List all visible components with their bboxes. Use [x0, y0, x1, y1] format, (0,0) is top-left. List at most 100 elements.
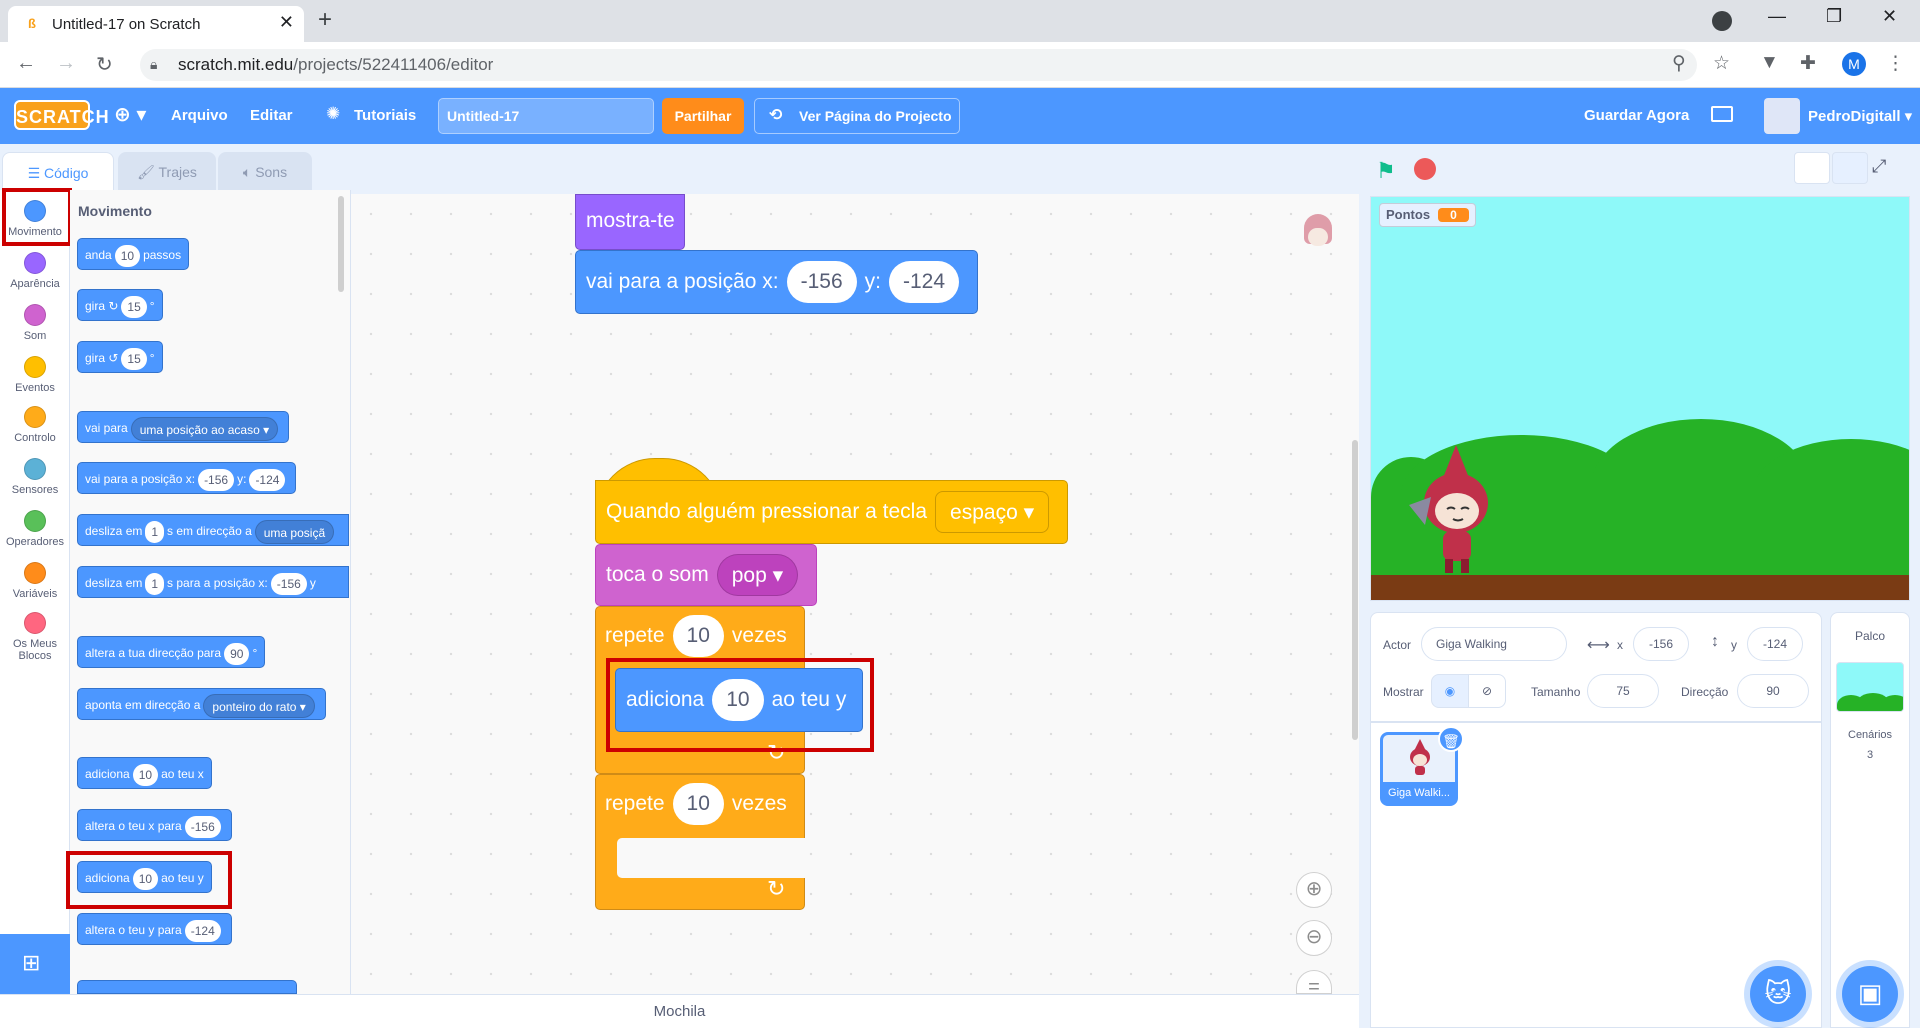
palette-point-direction[interactable]: altera a tua direcção para 90 °: [77, 636, 266, 668]
block-when-key-pressed[interactable]: Quando alguém pressionar a tecla espaço ▾: [595, 480, 1069, 544]
menu-file[interactable]: Arquivo: [171, 107, 228, 124]
category-operators[interactable]: Operadores: [0, 510, 70, 548]
x-input[interactable]: -156: [1633, 627, 1689, 661]
backpack-bar[interactable]: Mochila: [0, 994, 1359, 1028]
palette-point-towards-dropdown[interactable]: ponteiro do rato ▾: [203, 693, 315, 718]
language-globe-icon[interactable]: ⊕ ▾: [114, 102, 146, 127]
block-play-sound[interactable]: toca o som pop ▾: [595, 544, 818, 606]
palette-point-towards[interactable]: aponta em direcção a ponteiro do rato ▾: [77, 688, 326, 720]
rotate-ccw-icon: ↺: [108, 351, 119, 365]
sprite-name-label: Actor: [1383, 638, 1412, 652]
zoom-icon[interactable]: ⚲: [1672, 52, 1686, 75]
browser-tab[interactable]: ß Untitled-17 on Scratch ✕: [8, 6, 304, 42]
stop-sign-icon[interactable]: [1414, 158, 1436, 180]
sound-dropdown[interactable]: pop ▾: [716, 554, 799, 597]
choose-backdrop-button[interactable]: ▣: [1842, 966, 1898, 1022]
category-sound-dot: [24, 304, 46, 326]
category-events-dot: [24, 356, 46, 378]
category-sound[interactable]: Som: [0, 304, 70, 342]
code-workspace[interactable]: [351, 194, 1359, 994]
scratch-logo[interactable]: SCRATCH: [14, 100, 109, 130]
category-sensing[interactable]: Sensores: [0, 458, 70, 496]
category-variables[interactable]: Variáveis: [0, 562, 70, 600]
palette-glide-to[interactable]: desliza em 1 s em direcção a uma posiçã: [77, 514, 349, 546]
menu-tutorials[interactable]: Tutoriais: [354, 107, 416, 124]
reload-icon[interactable]: ↻: [96, 52, 113, 77]
direction-input[interactable]: 90: [1737, 674, 1809, 708]
tab-costumes[interactable]: 🖌︎ Trajes: [118, 152, 216, 192]
palette-set-y[interactable]: altera o teu y para -124: [77, 913, 232, 945]
forward-arrow-icon[interactable]: →: [56, 52, 76, 75]
palette-goto[interactable]: vai para uma posição ao acaso ▾: [77, 411, 290, 443]
menu-edit[interactable]: Editar: [250, 107, 293, 124]
username-label: PedroDigitall: [1808, 108, 1901, 125]
see-project-page-button[interactable]: ⟲ Ver Página do Projecto: [754, 98, 960, 134]
size-label: Tamanho: [1531, 685, 1581, 699]
choose-sprite-button[interactable]: 🐱︎: [1750, 966, 1806, 1022]
tab-sounds[interactable]: 🔈︎ Sons: [218, 152, 312, 192]
new-tab-button[interactable]: +: [318, 6, 332, 34]
profile-avatar[interactable]: M: [1842, 52, 1866, 76]
url-text[interactable]: scratch.mit.edu/projects/522411406/edito…: [178, 55, 493, 75]
green-flag-icon[interactable]: ⚑: [1376, 158, 1396, 184]
key-dropdown[interactable]: espaço ▾: [935, 491, 1050, 534]
palette-glide-xy[interactable]: desliza em 1 s para a posição x: -156 y: [77, 566, 349, 598]
window-close-button[interactable]: ✕: [1882, 6, 1897, 27]
size-input[interactable]: 75: [1587, 674, 1659, 708]
y-input[interactable]: -124: [1747, 627, 1803, 661]
minimize-button[interactable]: —: [1768, 6, 1786, 27]
palette-turn-left[interactable]: gira ↺ 15 °: [77, 341, 163, 373]
delete-sprite-trash-icon[interactable]: 🗑︎: [1438, 726, 1464, 752]
username-menu[interactable]: PedroDigitall ▾: [1808, 107, 1912, 125]
user-avatar[interactable]: [1764, 98, 1800, 134]
palette-turn-right[interactable]: gira ↻ 15 °: [77, 289, 163, 321]
share-button[interactable]: Partilhar: [662, 98, 744, 134]
tab-code[interactable]: ☰ Código: [2, 152, 114, 192]
see-project-page-label: Ver Página do Projecto: [799, 108, 952, 124]
back-arrow-icon[interactable]: ←: [16, 52, 36, 75]
block-show[interactable]: mostra-te: [575, 194, 685, 250]
monitor-value: 0: [1438, 208, 1469, 222]
palette-next-block-partial[interactable]: [77, 980, 297, 994]
puzzle-extensions-icon[interactable]: ✚: [1800, 52, 1816, 75]
category-looks[interactable]: Aparência: [0, 252, 70, 290]
small-stage-button[interactable]: [1794, 152, 1830, 184]
close-tab-icon[interactable]: ✕: [279, 12, 294, 33]
palette-goto-xy[interactable]: vai para a posição x: -156 y: -124: [77, 462, 297, 494]
zoom-out-button[interactable]: ⊖: [1296, 920, 1332, 956]
category-events[interactable]: Eventos: [0, 356, 70, 394]
tab-search-icon[interactable]: [1712, 11, 1732, 31]
lock-icon[interactable]: 🔒︎: [150, 56, 157, 73]
scratch-favicon-icon: ß: [24, 16, 40, 32]
block-goto-xy[interactable]: vai para a posição x: -156 y: -124: [575, 250, 979, 314]
code-icon: ☰: [27, 165, 45, 181]
save-now-button[interactable]: Guardar Agora: [1584, 107, 1689, 124]
add-extension-button[interactable]: ⊞: [0, 934, 70, 994]
bookmark-star-icon[interactable]: ☆: [1713, 52, 1730, 75]
show-hidden-eye-icon[interactable]: ⊘: [1468, 674, 1506, 708]
fullscreen-icon[interactable]: ⤢: [1872, 156, 1886, 177]
variable-monitor-pontos[interactable]: Pontos 0: [1379, 203, 1476, 227]
palette-goto-dropdown[interactable]: uma posição ao acaso ▾: [130, 416, 279, 441]
workspace-scrollbar[interactable]: [1352, 440, 1358, 740]
chrome-menu-icon[interactable]: ⋮: [1886, 52, 1905, 75]
restore-button[interactable]: ❐: [1826, 6, 1842, 27]
my-stuff-folder-icon[interactable]: [1711, 106, 1733, 122]
y-arrows-icon: ↕: [1711, 633, 1719, 650]
stage-canvas[interactable]: Pontos 0: [1370, 196, 1910, 601]
palette-scrollbar[interactable]: [338, 196, 344, 292]
extension-icon[interactable]: ▼: [1760, 52, 1779, 74]
category-my-blocks[interactable]: Os Meus Blocos: [0, 612, 70, 662]
stage-thumbnail[interactable]: [1836, 662, 1904, 712]
show-visible-eye-icon[interactable]: ◉: [1431, 674, 1469, 708]
palette-change-x[interactable]: adiciona 10 ao teu x: [77, 757, 212, 789]
palette-move-steps[interactable]: anda 10 passos: [77, 238, 190, 270]
highlight-motion-category: [2, 188, 72, 246]
repeat-1-label: repete 10 vezes: [595, 608, 797, 664]
project-title-input[interactable]: Untitled-17: [438, 98, 654, 134]
zoom-in-button[interactable]: ⊕: [1296, 872, 1332, 908]
normal-stage-button[interactable]: [1832, 152, 1868, 184]
palette-set-x[interactable]: altera o teu x para -156: [77, 809, 232, 841]
category-control[interactable]: Controlo: [0, 406, 70, 444]
sprite-name-input[interactable]: Giga Walking: [1421, 627, 1567, 661]
